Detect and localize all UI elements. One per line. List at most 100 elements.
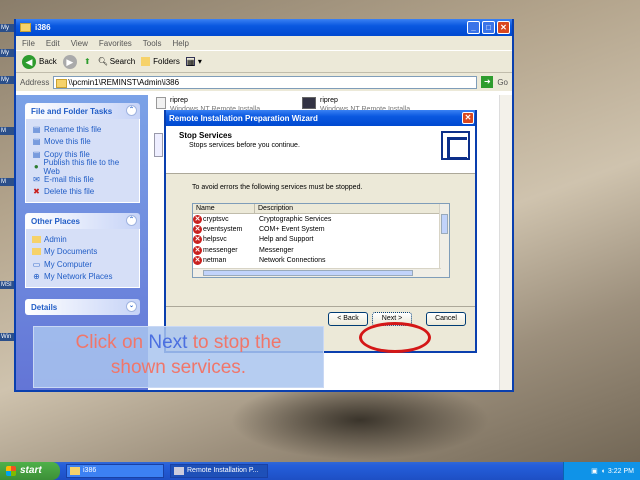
explorer-titlebar[interactable]: i386 _ □ ✕ [16, 19, 512, 36]
file-folder-tasks-panel: File and Folder Tasks ⌃ ▤ Rename this file… [25, 103, 140, 203]
scroll-thumb[interactable] [441, 214, 448, 234]
back-arrow-icon: ◀ [22, 54, 36, 69]
menu-edit[interactable]: Edit [46, 39, 60, 48]
network-tray-icon[interactable]: ▣ [591, 467, 598, 475]
menu-file[interactable]: File [22, 39, 35, 48]
panel-header[interactable]: Other Places ⌃ [25, 213, 140, 229]
column-header-name[interactable]: Name [193, 204, 255, 213]
address-input[interactable]: \\pcmin1\REMINST\Admin\i386 [53, 75, 478, 89]
wizard-subheading: Stops services before you continue. [189, 142, 300, 149]
start-button[interactable]: start [0, 462, 60, 480]
info-text: To avoid errors the following services m… [192, 184, 363, 191]
task-publish[interactable]: ● Publish this file to the Web [32, 158, 133, 176]
next-highlight-ring [359, 322, 431, 353]
menu-bar: File Edit View Favorites Tools Help [16, 36, 512, 50]
list-vertical-scrollbar[interactable] [439, 204, 449, 277]
taskbar-item-explorer[interactable]: i386 [66, 464, 164, 478]
service-description: COM+ Event System [259, 226, 325, 234]
panel-header[interactable]: Details ⌄ [25, 299, 140, 315]
list-header: Name Description [193, 204, 449, 214]
vertical-scrollbar[interactable] [499, 95, 512, 390]
other-places-panel: Other Places ⌃ Admin My Documents ▭ My Com… [25, 213, 140, 288]
place-admin[interactable]: Admin [32, 233, 133, 246]
close-button[interactable]: ✕ [462, 112, 474, 124]
file-icon[interactable] [156, 97, 166, 109]
collapse-icon[interactable]: ⌃ [126, 215, 137, 226]
cancel-button[interactable]: Cancel [426, 312, 466, 326]
panel-header[interactable]: File and Folder Tasks ⌃ [25, 103, 140, 119]
go-arrow-icon[interactable]: ➜ [481, 76, 494, 88]
go-button[interactable]: Go [497, 78, 508, 87]
error-icon: ✕ [193, 225, 202, 235]
taskbar: start i386 Remote Installation P... ▣ ◖ … [0, 462, 640, 480]
place-my-computer[interactable]: ▭ My Computer [32, 258, 133, 271]
taskbar-item-wizard[interactable]: Remote Installation P... [170, 464, 268, 478]
callout-text: Click on [75, 332, 149, 353]
callout-line-2: shown services. [110, 357, 247, 378]
task-delete[interactable]: ✖ Delete this file [32, 186, 133, 199]
list-horizontal-scrollbar[interactable] [193, 268, 441, 277]
place-label: My Documents [44, 247, 98, 257]
clock[interactable]: 3:22 PM [608, 468, 634, 475]
forward-button[interactable]: ▶ [62, 54, 77, 69]
column-header-description[interactable]: Description [255, 204, 441, 213]
panel-title: Details [31, 303, 58, 312]
service-row[interactable]: ✕ netman Network Connections [193, 256, 449, 266]
wizard-titlebar[interactable]: Remote Installation Preparation Wizard ✕ [166, 110, 475, 126]
maximize-button[interactable]: □ [482, 21, 495, 34]
place-my-network[interactable]: ⊕ My Network Places [32, 271, 133, 284]
place-my-documents[interactable]: My Documents [32, 246, 133, 259]
services-list: Name Description ✕ cryptsvc Cryptographic … [192, 203, 450, 278]
address-label: Address [20, 77, 50, 87]
wizard-logo-icon [441, 131, 470, 160]
menu-help[interactable]: Help [172, 39, 188, 48]
file-icon[interactable] [154, 133, 163, 157]
minimize-button[interactable]: _ [467, 21, 480, 34]
wizard-icon [174, 467, 184, 475]
place-label: Admin [44, 234, 67, 244]
callout-text: to stop the [187, 332, 282, 353]
details-panel: Details ⌄ [25, 299, 140, 315]
folders-icon [141, 57, 151, 66]
expand-icon[interactable]: ⌄ [126, 301, 137, 312]
menu-favorites[interactable]: Favorites [99, 39, 132, 48]
menu-view[interactable]: View [71, 39, 88, 48]
back-button[interactable]: ◀ Back [22, 54, 57, 69]
service-row[interactable]: ✕ helpsvc Help and Support [193, 235, 449, 245]
callout-keyword: Next [148, 332, 188, 353]
scroll-thumb[interactable] [203, 270, 413, 276]
error-icon: ✕ [193, 214, 202, 224]
search-icon: 🔍︎ [97, 57, 108, 66]
error-icon: ✕ [193, 235, 202, 245]
computer-file-icon[interactable] [302, 97, 316, 109]
file-name[interactable]: riprep [170, 97, 188, 104]
volume-tray-icon[interactable]: ◖ [601, 468, 605, 475]
task-label: i386 [83, 467, 97, 474]
service-row[interactable]: ✕ eventsystem COM+ Event System [193, 224, 449, 235]
service-row[interactable]: ✕ cryptsvc Cryptographic Services [193, 214, 449, 224]
error-icon: ✕ [193, 256, 202, 266]
task-move[interactable]: ▤ Move this file [32, 136, 133, 149]
task-label: Move this file [44, 137, 91, 147]
service-description: Cryptographic Services [259, 215, 332, 223]
service-description: Help and Support [259, 236, 314, 244]
service-row[interactable]: ✕ messenger Messenger [193, 245, 449, 255]
folder-icon [20, 23, 31, 32]
callout-line-1: Click on Next to stop the [34, 330, 323, 355]
file-name[interactable]: riprep [320, 97, 338, 104]
service-description: Network Connections [259, 257, 326, 265]
collapse-icon[interactable]: ⌃ [126, 105, 137, 116]
search-button[interactable]: 🔍︎ Search [98, 57, 135, 66]
up-folder-button[interactable]: ⬆ [83, 57, 92, 66]
close-button[interactable]: ✕ [497, 21, 510, 34]
wizard-header: Stop Services Stops services before you … [166, 126, 475, 174]
back-label: Back [39, 57, 57, 66]
task-label: E-mail this file [44, 174, 94, 184]
back-button[interactable]: < Back [328, 312, 368, 326]
globe-icon: ● [33, 162, 39, 172]
address-bar: Address \\pcmin1\REMINST\Admin\i386 ➜ Go [16, 73, 512, 91]
task-rename[interactable]: ▤ Rename this file [32, 123, 133, 136]
menu-tools[interactable]: Tools [143, 39, 162, 48]
views-button[interactable]: ▦ ▾ [185, 57, 202, 67]
folders-button[interactable]: Folders [141, 57, 180, 66]
